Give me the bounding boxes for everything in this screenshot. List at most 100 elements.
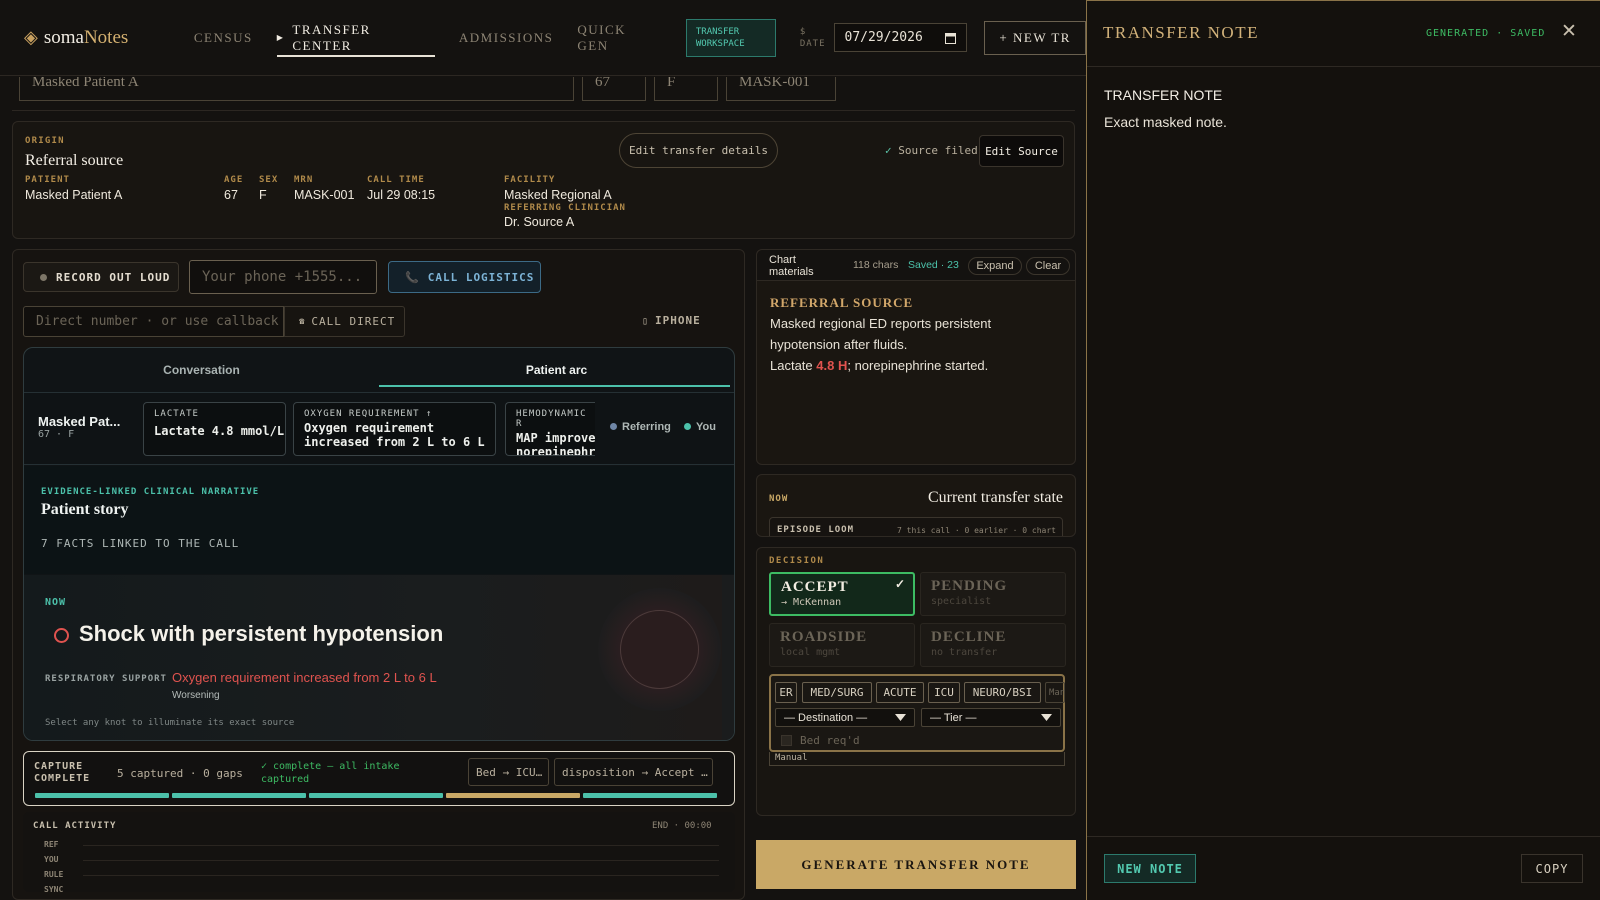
alert-ring-icon[interactable]	[54, 628, 69, 643]
chart-line-2: Lactate 4.8 H; norepinephrine started.	[770, 355, 1050, 376]
chip-value: MAP improved norepinephri	[516, 431, 595, 456]
capture-status-b: captured	[261, 774, 310, 785]
tier-select[interactable]: — Tier —	[921, 708, 1061, 727]
decision-accept[interactable]: ACCEPT → McKennan ✓	[769, 572, 915, 616]
capture-status: CAPTURE COMPLETE 5 captured · 0 gaps ✓ c…	[23, 751, 735, 806]
iphone-label: IPHONE	[655, 314, 701, 327]
new-transfer-button[interactable]: + NEW TR	[984, 20, 1086, 55]
stub-name-field[interactable]: Masked Patient A	[19, 77, 574, 101]
capture-tag-bed[interactable]: Bed → ICU…	[468, 758, 549, 786]
note-body[interactable]: Exact masked note.	[1104, 114, 1227, 130]
decision-decline[interactable]: DECLINE no transfer	[920, 623, 1066, 667]
nav-tab-label: CENSUS	[193, 29, 253, 45]
drawer-header: TRANSFER NOTE GENERATED · SAVED ✕	[1087, 1, 1600, 67]
bed-required-checkbox[interactable]	[781, 735, 792, 746]
resp-label: RESPIRATORY SUPPORT	[45, 674, 167, 684]
iphone-indicator[interactable]: ▯ IPHONE	[642, 314, 701, 327]
nav-tab-admissions[interactable]: ADMISSIONS	[447, 0, 565, 75]
evidence-chip-oxygen[interactable]: OXYGEN REQUIREMENT ↑ Oxygen requirement …	[293, 402, 496, 456]
calendar-icon[interactable]	[945, 32, 957, 44]
top-bar: ◈ soma Notes CENSUS ▶ TRANSFER CENTER ADMI…	[0, 0, 1086, 76]
edit-source-button[interactable]: Edit Source	[979, 135, 1064, 167]
stub-mrn-field[interactable]: MASK-001	[726, 77, 836, 101]
call-direct-button[interactable]: ☎ CALL DIRECT	[284, 306, 405, 337]
origin-call-time: CALL TIME Jul 29 08:15	[367, 175, 435, 202]
new-note-button[interactable]: NEW NOTE	[1104, 854, 1196, 883]
unit-neuro-bsi[interactable]: NEURO/BSI	[964, 682, 1041, 703]
legend-dot-you	[683, 423, 691, 430]
destination-select[interactable]: — Destination —	[775, 708, 915, 727]
tab-conversation[interactable]: Conversation	[24, 348, 379, 392]
activity-track	[83, 845, 719, 846]
status-orb-core[interactable]	[620, 610, 699, 689]
call-panel: RECORD OUT LOUD Your phone +1555... 📞 CA…	[12, 249, 745, 900]
decision-title: ROADSIDE	[780, 629, 868, 645]
nav-tab-transfer-center[interactable]: ▶ TRANSFER CENTER	[265, 0, 447, 75]
unit-icu[interactable]: ICU	[928, 682, 960, 703]
unit-manual[interactable]: Manu	[1045, 682, 1065, 703]
legend-dot-referring	[610, 423, 617, 430]
logo[interactable]: ◈ soma Notes	[24, 27, 182, 49]
decision-kicker: DECISION	[769, 556, 825, 566]
chip-label: HEMODYNAMIC R	[516, 409, 587, 429]
unit-med-surg[interactable]: MED/SURG	[802, 682, 872, 703]
manual-field[interactable]: Manual	[769, 752, 1065, 766]
saved-status: Saved · 23	[908, 259, 959, 271]
episode-loom-meta: 7 this call · 0 earlier · 0 chart	[897, 526, 1056, 535]
expand-button[interactable]: Expand	[968, 257, 1022, 275]
unit-acute[interactable]: ACUTE	[876, 682, 924, 703]
logo-text-b: Notes	[83, 26, 129, 48]
evidence-chip-lactate[interactable]: LACTATE Lactate 4.8 mmol/L	[143, 402, 286, 456]
resp-value[interactable]: Oxygen requirement increased from 2 L to…	[172, 670, 437, 685]
capture-stats: 5 captured · 0 gaps	[117, 767, 243, 780]
evidence-chip-hemodynamic[interactable]: HEMODYNAMIC R MAP improved norepinephri	[505, 402, 595, 456]
drawer-title: TRANSFER NOTE	[1103, 23, 1259, 42]
tab-patient-arc[interactable]: Patient arc	[379, 348, 734, 392]
decision-roadside[interactable]: ROADSIDE local mgmt	[769, 623, 915, 667]
activity-row-label: REF	[44, 840, 59, 849]
now-panel: NOW Shock with persistent hypotension RE…	[24, 575, 722, 740]
phone-input[interactable]: Your phone +1555...	[189, 260, 377, 294]
origin-kicker: ORIGIN	[25, 136, 65, 146]
field-value: 67	[224, 188, 238, 202]
chip-label: LACTATE	[154, 409, 199, 419]
direct-number-input[interactable]: Direct number · or use callback	[23, 306, 284, 337]
capture-complete-status: ✓ complete — all intake captured	[261, 760, 399, 786]
record-out-loud-button[interactable]: RECORD OUT LOUD	[23, 262, 179, 292]
field-value: Masked Regional A	[504, 188, 612, 202]
decision-pending[interactable]: PENDING specialist	[920, 572, 1066, 616]
nav-tab-label: TRANSFER CENTER	[292, 21, 371, 53]
activity-track	[83, 875, 719, 876]
source-filed-status: ✓ Source filed	[885, 144, 978, 157]
generate-transfer-note-button[interactable]: GENERATE TRANSFER NOTE	[756, 840, 1076, 889]
nav-tab-quick-gen[interactable]: QUICK GEN	[565, 0, 674, 75]
copy-button[interactable]: COPY	[1521, 854, 1583, 883]
close-icon[interactable]: ✕	[1561, 22, 1577, 42]
stub-age-field[interactable]: 67	[582, 77, 646, 101]
edit-transfer-details-button[interactable]: Edit transfer details	[619, 133, 778, 168]
scrollbar[interactable]	[722, 575, 734, 740]
decision-sub: → McKennan	[781, 597, 842, 608]
source-filed-label: Source filed	[898, 144, 978, 157]
logo-diamond-icon: ◈	[24, 27, 38, 47]
stub-sex-field[interactable]: F	[654, 77, 718, 101]
chart-materials-text[interactable]: Masked regional ED reports persistent hy…	[770, 313, 1050, 376]
capture-tag-disposition[interactable]: disposition → Accept …	[554, 758, 713, 786]
date-input[interactable]: 07/29/2026	[833, 23, 968, 52]
nav-tab-census[interactable]: CENSUS	[182, 0, 265, 75]
field-label: AGE	[224, 175, 244, 185]
speaker-legend: Referring You	[610, 421, 716, 433]
capture-progress-segment	[35, 793, 169, 798]
unit-er[interactable]: ER	[775, 682, 797, 703]
decision-title: ACCEPT	[781, 579, 849, 595]
clear-button[interactable]: Clear	[1026, 257, 1070, 275]
chart-materials-panel: Chart materials 118 chars Saved · 23 Exp…	[756, 249, 1076, 465]
bed-required-toggle[interactable]: Bed req'd	[781, 734, 860, 747]
origin-sex: SEX F	[259, 175, 278, 202]
referral-source-heading: REFERRAL SOURCE	[770, 295, 914, 310]
check-icon: ✓	[885, 144, 899, 157]
origin-patient: PATIENT Masked Patient A	[25, 175, 122, 202]
call-logistics-button[interactable]: 📞 CALL LOGISTICS	[388, 261, 541, 293]
episode-loom[interactable]: EPISODE LOOM 7 this call · 0 earlier · 0…	[769, 517, 1063, 536]
decision-sub: specialist	[931, 596, 992, 607]
